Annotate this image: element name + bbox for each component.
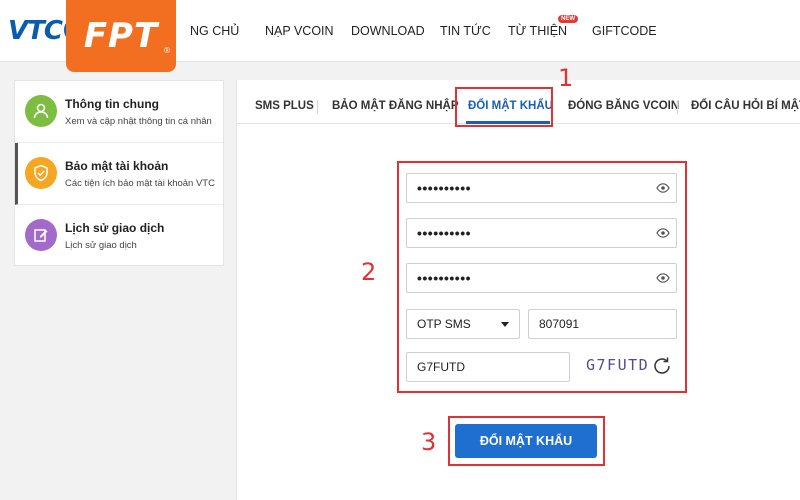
sidebar-item-title: Thông tin chung <box>65 97 159 111</box>
annotation-step-2: 2 <box>361 258 377 286</box>
top-header: VTC NG CHỦ NẠP VCOIN DOWNLOAD TIN TỨC TỪ… <box>0 0 800 72</box>
sidebar-item-subtitle: Lịch sử giao dịch <box>65 240 137 251</box>
fpt-logo-text: FPT <box>83 16 159 56</box>
account-sidebar: Thông tin chung Xem và cập nhật thông ti… <box>14 80 224 266</box>
new-badge: NEW <box>558 15 578 23</box>
nav-tin-tuc[interactable]: TIN TỨC <box>440 24 491 38</box>
annotation-box-button <box>448 416 605 466</box>
edit-icon <box>25 219 57 251</box>
nav-home[interactable]: NG CHỦ <box>190 24 239 38</box>
nav-giftcode[interactable]: GIFTCODE <box>592 24 657 38</box>
annotation-box-form <box>397 161 687 393</box>
fpt-registered-mark: ® <box>164 46 170 55</box>
tab-freeze-vcoin[interactable]: ĐÓNG BĂNG VCOIN <box>568 100 679 112</box>
nav-nap-vcoin[interactable]: NẠP VCOIN <box>265 24 334 38</box>
sidebar-item-transaction-history[interactable]: Lịch sử giao dịch Lịch sử giao dịch <box>15 205 223 267</box>
sidebar-item-title: Lịch sử giao dịch <box>65 221 165 235</box>
annotation-box-tab <box>455 87 553 127</box>
tab-separator <box>677 100 678 114</box>
annotation-step-3: 3 <box>421 428 437 456</box>
tab-sms-plus[interactable]: SMS PLUS <box>255 100 314 112</box>
tab-change-secret-question[interactable]: ĐỔI CÂU HỎI BÍ MẬT <box>691 100 800 112</box>
sidebar-item-general-info[interactable]: Thông tin chung Xem và cập nhật thông ti… <box>15 81 223 143</box>
sidebar-item-subtitle: Các tiện ích bảo mật tài khoản VTC <box>65 178 215 189</box>
sidebar-item-title: Bảo mật tài khoản <box>65 159 169 173</box>
tab-login-security[interactable]: BẢO MẬT ĐĂNG NHẬP <box>332 100 459 112</box>
nav-download[interactable]: DOWNLOAD <box>351 24 425 38</box>
sidebar-item-account-security[interactable]: Bảo mật tài khoản Các tiện ích bảo mật t… <box>15 143 223 205</box>
fpt-logo: FPT ® <box>66 0 176 72</box>
user-icon <box>25 95 57 127</box>
tab-separator <box>317 100 318 114</box>
shield-icon <box>25 157 57 189</box>
vtc-logo-text: VTC <box>8 16 63 46</box>
annotation-step-1: 1 <box>558 64 574 92</box>
sidebar-item-subtitle: Xem và cập nhật thông tin cá nhân <box>65 116 212 127</box>
vtc-logo[interactable]: VTC <box>8 14 90 48</box>
nav-tu-thien[interactable]: TỪ THIỆN <box>508 24 567 38</box>
